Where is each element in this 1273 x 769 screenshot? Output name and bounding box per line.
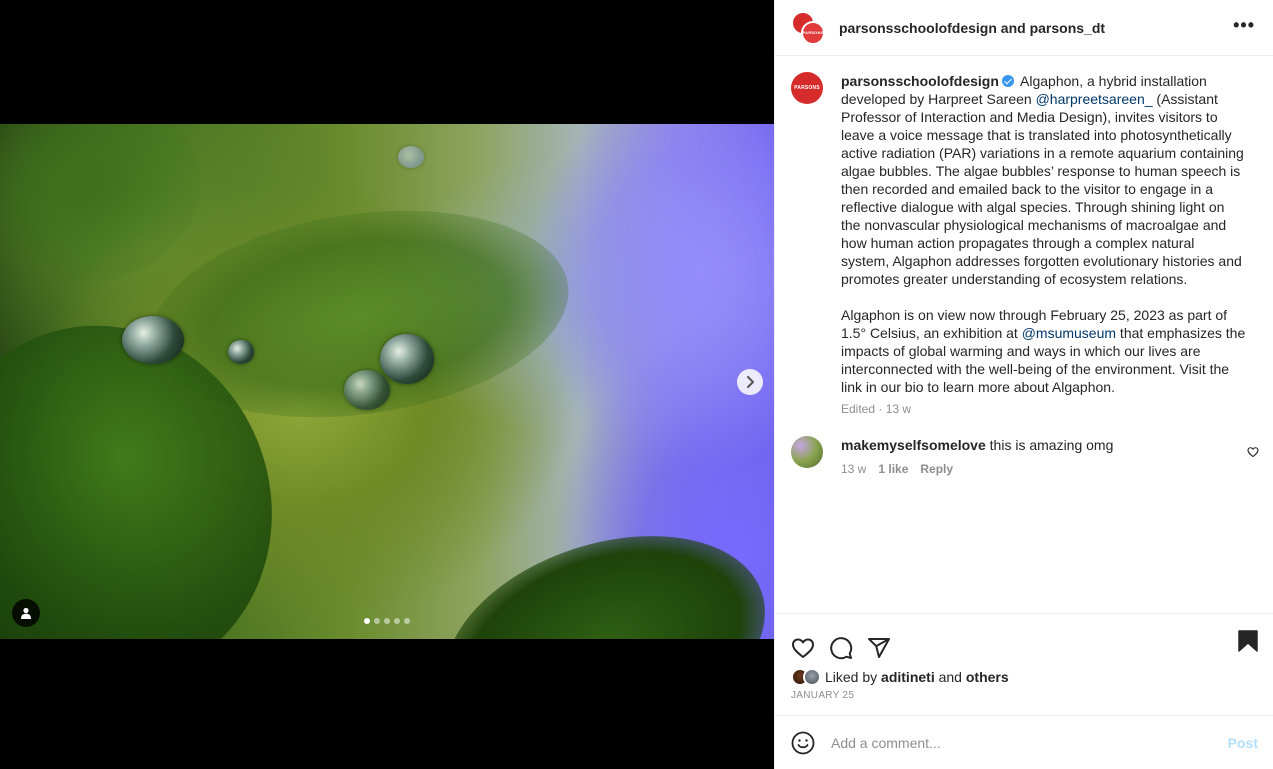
heart-icon <box>1247 447 1259 458</box>
emoji-icon <box>791 731 815 754</box>
photo-leaf <box>417 497 774 639</box>
avatar-logo-text: PARSONS <box>802 30 824 35</box>
photo-bubble <box>228 340 254 364</box>
more-options-button[interactable]: ••• <box>1233 15 1255 35</box>
slide-dot <box>394 618 400 624</box>
likes-text: Liked by aditineti and others <box>825 669 1009 685</box>
verified-badge-icon <box>1001 75 1014 87</box>
comment-text: makemyselfsomelove this is amazing omg <box>841 436 1231 454</box>
photo-bubble <box>122 316 184 364</box>
slide-dot <box>374 618 380 624</box>
post-caption: PARSONS parsonsschoolofdesign Algaphon, … <box>775 56 1273 416</box>
photo-bubble <box>398 146 424 168</box>
send-icon <box>868 638 890 658</box>
more-horizontal-icon: ••• <box>1233 15 1255 35</box>
caption-meta: Edited · 13 w <box>841 402 912 416</box>
photo-bubble <box>344 370 390 410</box>
add-comment-bar: Post <box>775 715 1273 769</box>
post-actions-area: Liked by aditineti and others JANUARY 25 <box>775 613 1273 701</box>
avatar: PARSONS <box>801 20 825 45</box>
comment-input[interactable] <box>831 734 1228 751</box>
media-viewer <box>0 0 774 769</box>
collab-avatars[interactable]: PARSONS <box>791 10 825 45</box>
heart-icon <box>792 638 814 658</box>
comment-time[interactable]: 13 w <box>841 462 866 476</box>
comment-content: this is amazing omg <box>985 437 1114 453</box>
mention-link[interactable]: @harpreetsareen_ <box>1036 91 1153 107</box>
post-photo[interactable] <box>0 124 774 639</box>
post-author-names[interactable]: parsonsschoolofdesign and parsons_dt <box>839 20 1105 36</box>
slide-dot <box>364 618 370 624</box>
comment-item: makemyselfsomelove this is amazing omg 1… <box>775 436 1273 476</box>
caption-username[interactable]: parsonsschoolofdesign <box>841 73 999 89</box>
avatar[interactable]: PARSONS <box>791 72 823 104</box>
post-modal: PARSONS parsonsschoolofdesign and parson… <box>0 0 1273 769</box>
comment-icon <box>830 637 853 660</box>
caption-text-part: (Assistant Professor of Interaction and … <box>841 91 1244 287</box>
avatar[interactable] <box>791 436 823 468</box>
slide-dot <box>384 618 390 624</box>
next-slide-button[interactable] <box>737 369 763 395</box>
avatar-logo-text: PARSONS <box>794 85 820 91</box>
reply-button[interactable]: Reply <box>920 462 953 476</box>
tagged-users-button[interactable] <box>12 599 40 627</box>
mention-link[interactable]: @msumuseum <box>1022 325 1116 341</box>
comment-like-button[interactable] <box>1247 445 1259 463</box>
comment-button[interactable] <box>829 636 853 660</box>
avatar <box>803 668 821 686</box>
comment-likes[interactable]: 1 like <box>878 462 908 476</box>
post-date[interactable]: JANUARY 25 <box>775 686 1273 701</box>
likes-prefix: Liked by <box>825 669 882 685</box>
photo-bubble <box>380 334 434 384</box>
slide-indicator <box>364 618 410 624</box>
likes-summary: Liked by aditineti and others <box>775 668 1273 686</box>
likes-others-link[interactable]: others <box>966 669 1009 685</box>
emoji-button[interactable] <box>791 731 815 755</box>
share-button[interactable] <box>867 636 891 660</box>
likes-middle: and <box>934 669 966 685</box>
caption-text: parsonsschoolofdesign Algaphon, a hybrid… <box>841 72 1246 396</box>
post-comment-button[interactable]: Post <box>1228 735 1258 751</box>
post-panel: PARSONS parsonsschoolofdesign and parson… <box>774 0 1273 769</box>
liker-username[interactable]: aditineti <box>881 669 935 685</box>
save-button[interactable] <box>1238 630 1258 657</box>
comment-username[interactable]: makemyselfsomelove <box>841 437 986 453</box>
user-tag-icon <box>21 607 31 619</box>
comment-meta: 13 w 1 like Reply <box>841 462 1231 476</box>
slide-dot <box>404 618 410 624</box>
like-button[interactable] <box>791 636 815 660</box>
post-header: PARSONS parsonsschoolofdesign and parson… <box>775 0 1273 56</box>
action-bar <box>775 614 1273 668</box>
chevron-right-icon <box>747 376 754 388</box>
photo-leaf <box>0 124 200 284</box>
bookmark-icon <box>1238 630 1258 652</box>
